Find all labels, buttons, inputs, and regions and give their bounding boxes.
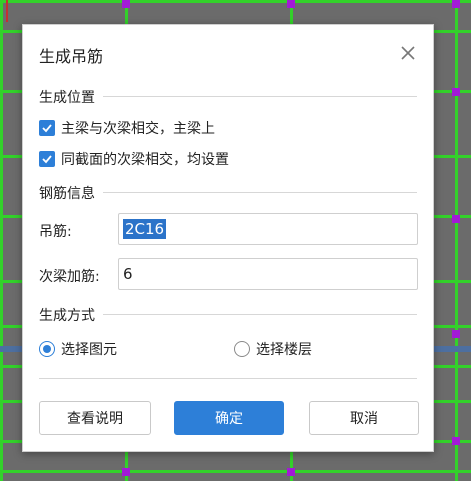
grid-line: [0, 0, 3, 481]
radio-select-floor[interactable]: 选择楼层: [234, 339, 312, 359]
grid-node: [122, 0, 130, 8]
secondary-rebar-value: 6: [123, 265, 133, 283]
hanger-label: 吊筋:: [39, 224, 72, 240]
checkbox-checked[interactable]: [39, 120, 55, 136]
grid-node: [122, 468, 130, 476]
ok-button[interactable]: 确定: [174, 401, 284, 435]
close-icon: [401, 46, 415, 60]
section-position: 生成位置: [39, 87, 417, 107]
generate-hanger-dialog: 生成吊筋 生成位置 主梁与次梁相交，主梁上 同截面的次梁相交，均设置 钢筋信息 …: [22, 24, 434, 452]
checkbox-label: 同截面的次梁相交，均设置: [61, 152, 229, 168]
radio-label: 选择图元: [61, 342, 117, 358]
hanger-input[interactable]: 2C16: [118, 213, 418, 245]
checkbox-same-section-intersect[interactable]: 同截面的次梁相交，均设置: [39, 149, 229, 169]
grid-line: [0, 0, 471, 3]
grid-line: [455, 0, 458, 481]
checkbox-label: 主梁与次梁相交，主梁上: [61, 121, 215, 137]
cancel-button[interactable]: 取消: [309, 401, 419, 435]
grid-node: [452, 437, 460, 445]
checkbox-checked[interactable]: [39, 151, 55, 167]
grid-node: [287, 468, 295, 476]
radio-button-unselected[interactable]: [234, 341, 250, 357]
secondary-rebar-input[interactable]: 6: [118, 258, 418, 290]
grid-node: [287, 0, 295, 8]
axis-tick: [6, 0, 8, 22]
check-icon: [42, 124, 52, 133]
check-icon: [42, 155, 52, 164]
grid-line: [0, 470, 471, 473]
grid-node: [452, 215, 460, 223]
close-button[interactable]: [397, 42, 419, 64]
hanger-value: 2C16: [123, 219, 167, 239]
checkbox-main-beam-intersect[interactable]: 主梁与次梁相交，主梁上: [39, 118, 215, 138]
section-title: 生成方式: [39, 305, 103, 325]
radio-label: 选择楼层: [256, 342, 312, 358]
footer-divider: [39, 378, 417, 379]
grid-node: [452, 330, 460, 338]
radio-select-element[interactable]: 选择图元: [39, 339, 117, 359]
grid-node: [452, 0, 460, 8]
section-title: 生成位置: [39, 87, 103, 107]
section-rebar: 钢筋信息: [39, 183, 417, 203]
grid-node: [452, 88, 460, 96]
section-title: 钢筋信息: [39, 183, 103, 203]
section-method: 生成方式: [39, 305, 417, 325]
help-button[interactable]: 查看说明: [39, 401, 151, 435]
radio-button-selected[interactable]: [39, 341, 55, 357]
secondary-rebar-label: 次梁加筋:: [39, 269, 100, 285]
dialog-title: 生成吊筋: [39, 47, 104, 66]
